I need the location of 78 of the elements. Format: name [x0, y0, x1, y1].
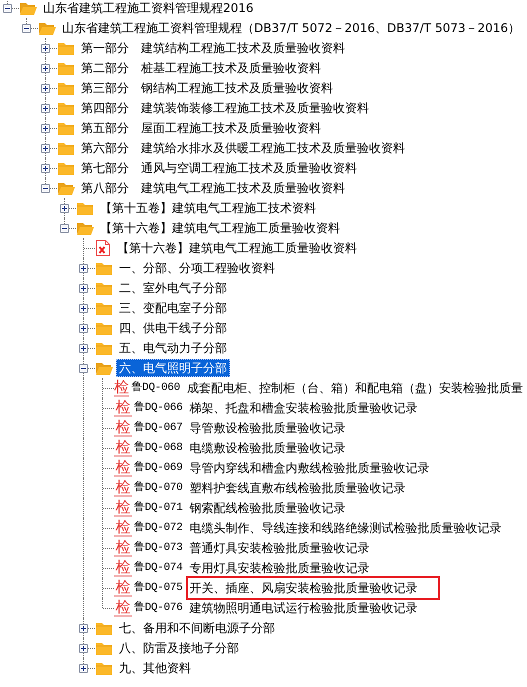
expand-toggle[interactable]	[41, 44, 50, 53]
record-code[interactable]: 鲁DQ-073	[134, 540, 183, 556]
tree-item[interactable]: 【第十六卷】建筑电气工程施工质量验收资料	[97, 219, 343, 237]
folder-icon	[76, 201, 94, 215]
expand-toggle[interactable]	[41, 144, 50, 153]
tree-item[interactable]: 第四部分 建筑装饰装修工程施工技术及质量验收资料	[78, 99, 372, 117]
folder-icon	[57, 61, 75, 75]
record-code[interactable]: 鲁DQ-060	[131, 380, 180, 396]
expand-toggle[interactable]	[41, 104, 50, 113]
tree-item[interactable]: 第五部分 屋面工程施工技术及质量验收资料	[78, 119, 324, 137]
record-code[interactable]: 鲁DQ-071	[134, 500, 183, 516]
folder-icon	[95, 261, 113, 275]
tree-item[interactable]: 六、电气照明子分部	[116, 359, 230, 377]
expand-toggle[interactable]	[60, 224, 69, 233]
folder-icon	[95, 661, 113, 675]
folder-icon	[57, 141, 75, 155]
folder-open-icon	[19, 1, 37, 15]
folder-icon	[95, 301, 113, 315]
tree-item[interactable]: 四、供电干线子分部	[116, 319, 230, 337]
expand-toggle[interactable]	[41, 184, 50, 193]
record-code[interactable]: 鲁DQ-070	[134, 480, 183, 496]
tree-item[interactable]: 第一部分 建筑结构工程施工技术及质量验收资料	[78, 39, 348, 57]
expand-toggle[interactable]	[41, 64, 50, 73]
record-code[interactable]: 鲁DQ-066	[134, 400, 183, 416]
record-code[interactable]: 鲁DQ-068	[134, 440, 183, 456]
tree-item[interactable]: 第六部分 建筑给水排水及供暖工程施工技术及质量验收资料	[78, 139, 408, 157]
tree-item[interactable]: 山东省建筑工程施工资料管理规程2016	[40, 0, 257, 17]
folder-icon	[57, 101, 75, 115]
folder-icon	[95, 641, 113, 655]
folder-icon	[95, 621, 113, 635]
expand-toggle[interactable]	[79, 284, 88, 293]
tree-item[interactable]: 第八部分 建筑电气工程施工技术及质量验收资料	[78, 179, 348, 197]
record-code[interactable]: 鲁DQ-072	[134, 520, 183, 536]
record-code[interactable]: 鲁DQ-067	[134, 420, 183, 436]
tree-item[interactable]: 三、变配电室子分部	[116, 299, 230, 317]
expand-toggle[interactable]	[79, 624, 88, 633]
tree-item[interactable]: 山东省建筑工程施工资料管理规程（DB37/T 5072－2016、DB37/T 5073－2016）	[59, 19, 524, 37]
tree-item[interactable]: 五、电气动力子分部	[116, 339, 230, 357]
expand-toggle[interactable]	[79, 304, 88, 313]
record-code[interactable]: 鲁DQ-076	[134, 600, 183, 616]
folder-icon	[95, 341, 113, 355]
folder-icon	[57, 161, 75, 175]
record-code[interactable]: 鲁DQ-069	[134, 460, 183, 476]
expand-toggle[interactable]	[41, 124, 50, 133]
folder-open-icon	[57, 181, 75, 195]
folder-open-icon	[38, 21, 56, 35]
tree-item[interactable]: 二、室外电气子分部	[116, 279, 230, 297]
tree-item[interactable]: 第七部分 通风与空调工程施工技术及质量验收资料	[78, 159, 360, 177]
tree-item[interactable]: 【第十六卷】建筑电气工程施工质量验收资料	[114, 239, 360, 257]
tree-item[interactable]: 第三部分 钢结构工程施工技术及质量验收资料	[78, 79, 336, 97]
folder-open-icon	[76, 221, 94, 235]
record-code[interactable]: 鲁DQ-074	[134, 560, 183, 576]
expand-toggle[interactable]	[79, 264, 88, 273]
folder-icon	[95, 281, 113, 295]
tree-item[interactable]: 八、防雷及接地子分部	[116, 639, 242, 657]
tree-item[interactable]: 一、分部、分项工程验收资料	[116, 259, 278, 277]
folder-icon	[95, 321, 113, 335]
folder-open-icon	[95, 361, 113, 375]
expand-toggle[interactable]	[79, 344, 88, 353]
folder-icon	[57, 41, 75, 55]
expand-toggle[interactable]	[22, 24, 31, 33]
record-title[interactable]: 开关、插座、风扇安装检验批质量验收记录	[186, 576, 440, 600]
record-code[interactable]: 鲁DQ-075	[134, 580, 183, 596]
tree-item[interactable]: 七、备用和不间断电源子分部	[116, 619, 278, 637]
expand-toggle[interactable]	[79, 324, 88, 333]
expand-toggle[interactable]	[79, 664, 88, 673]
expand-toggle[interactable]	[3, 4, 12, 13]
tree-item[interactable]: 九、其他资料	[116, 659, 194, 677]
tree-item[interactable]: 第二部分 桩基工程施工技术及质量验收资料	[78, 59, 324, 77]
expand-toggle[interactable]	[41, 164, 50, 173]
expand-toggle[interactable]	[79, 644, 88, 653]
expand-toggle[interactable]	[41, 84, 50, 93]
folder-icon	[57, 81, 75, 95]
folder-icon	[57, 121, 75, 135]
tree-item[interactable]: 【第十五卷】建筑电气工程施工技术资料	[97, 199, 319, 217]
document-error-icon	[95, 239, 111, 257]
expand-toggle[interactable]	[60, 204, 69, 213]
expand-toggle[interactable]	[79, 364, 88, 373]
